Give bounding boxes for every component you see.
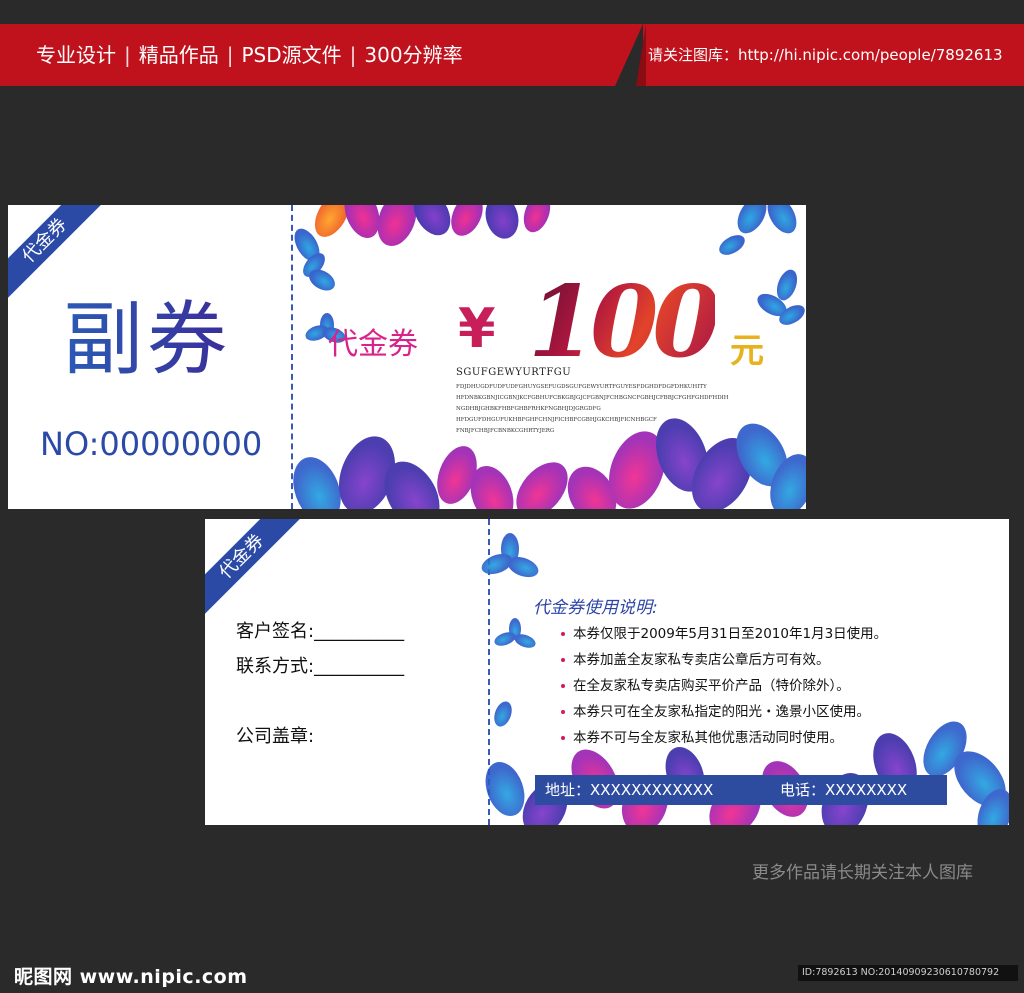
small-text-block: FDJDHUGDFUDFUDFGHUYGSEFUGDSGUFGEWYURTFGU… xyxy=(456,382,756,437)
voucher-label: 代金券 xyxy=(328,327,418,362)
rule-item: 本券仅限于2009年5月31日至2010年1月3日使用。 xyxy=(560,621,887,647)
banner-item: 精品作品 xyxy=(138,43,219,67)
banner-item: 300分辨率 xyxy=(364,43,463,67)
small-text-line: FNBJFCHBJFCBNBKCGHRTYJERG xyxy=(456,428,555,434)
banner-features: 专业设计 | 精品作品 | PSD源文件 | 300分辨率 xyxy=(36,24,463,86)
banner-separator: | xyxy=(124,43,131,67)
small-heading: SGUFGEWYURTFGU xyxy=(456,367,572,378)
rule-item: 本券加盖全友家私专卖店公章后方可有效。 xyxy=(560,647,887,673)
small-text-line: FDJDHUGDFUDFUDFGHUYGSEFUGDSGUFGEWYURTFGU… xyxy=(456,384,707,390)
small-text-line: HFDNBKGBNJICGBNJKCFGBHUFCBKGBJGJCFGBNJFC… xyxy=(456,395,729,401)
rule-item: 本券只可在全友家私指定的阳光・逸景小区使用。 xyxy=(560,699,887,725)
contact-bar: 地址：XXXXXXXXXXXX 电话：XXXXXXXX xyxy=(535,775,947,805)
banner-divider-shade xyxy=(636,24,646,86)
voucher-front: 代金券 副券 NO:00000000 代金券 ¥ 100 元 SGUFGEWYU… xyxy=(8,205,806,509)
voucher-main: 代金券 ¥ 100 元 SGUFGEWYURTFGU FDJDHUGDFUDFU… xyxy=(292,205,806,509)
amount-unit: 元 xyxy=(730,331,764,371)
instructions-title: 代金券使用说明: xyxy=(533,598,658,618)
rule-item: 在全友家私专卖店购买平价产品（特价除外）。 xyxy=(560,673,887,699)
banner-separator: | xyxy=(349,43,357,67)
stub-title: 副券 xyxy=(63,275,231,391)
serial-number: NO:00000000 xyxy=(40,425,263,463)
banner-separator: | xyxy=(226,43,234,67)
currency-symbol: ¥ xyxy=(458,297,496,360)
more-works-caption: 更多作品请长期关注本人图库 xyxy=(752,863,973,883)
banner-link[interactable]: 请关注图库：http://hi.nipic.com/people/7892613 xyxy=(648,24,1003,86)
address-text: 地址：XXXXXXXXXXXX xyxy=(545,781,714,799)
small-text-line: NGDHBJGHBKFHBFGHBFRHKFNGBHJDJGRGDFG xyxy=(456,406,601,412)
image-id-label: ID:7892613 NO:20140909230610780792 xyxy=(798,965,1018,981)
site-logo[interactable]: 昵图网 www.nipic.com xyxy=(14,962,248,989)
banner-item: 专业设计 xyxy=(36,43,116,67)
rule-item: 本券不可与全友家私其他优惠活动同时使用。 xyxy=(560,725,887,751)
voucher-back: 代金券 客户签名:__________ 联系方式:__________ 公司盖章… xyxy=(205,519,1009,825)
banner-item: PSD源文件 xyxy=(241,43,342,67)
phone-text: 电话：XXXXXXXX xyxy=(780,781,908,799)
voucher-amount: 100 xyxy=(528,265,721,380)
voucher-stub: 代金券 副券 NO:00000000 xyxy=(8,205,290,509)
small-text-line: HFDGUFDHGUFUKHBFGHFCHNJFICHBFCGBHJGKCHBJ… xyxy=(456,417,657,423)
rules-list: 本券仅限于2009年5月31日至2010年1月3日使用。 本券加盖全友家私专卖店… xyxy=(560,621,887,751)
